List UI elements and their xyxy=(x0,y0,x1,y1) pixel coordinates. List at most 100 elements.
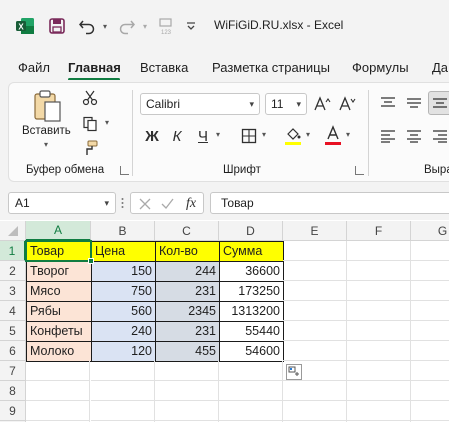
column-header-f[interactable]: F xyxy=(347,221,411,241)
empty-cell[interactable] xyxy=(411,241,449,261)
cell-d2[interactable]: 36600 xyxy=(219,261,284,282)
empty-cell[interactable] xyxy=(411,281,449,301)
clipboard-launcher-icon[interactable] xyxy=(120,166,129,175)
cell-c6[interactable]: 455 xyxy=(155,341,220,362)
cell-d5[interactable]: 55440 xyxy=(219,321,284,342)
empty-cell[interactable] xyxy=(91,361,155,381)
undo-icon[interactable] xyxy=(76,14,98,38)
save-icon[interactable] xyxy=(44,14,70,38)
empty-cell[interactable] xyxy=(283,281,347,301)
confirm-icon[interactable] xyxy=(158,195,176,212)
empty-cell[interactable] xyxy=(283,321,347,341)
empty-cell[interactable] xyxy=(411,301,449,321)
empty-cell[interactable] xyxy=(91,401,155,421)
tab-formulas[interactable]: Формулы xyxy=(352,60,409,75)
increase-font-icon[interactable] xyxy=(312,93,332,115)
underline-button[interactable]: Ч xyxy=(193,125,213,147)
cell-c3[interactable]: 231 xyxy=(155,281,220,302)
cell-b2[interactable]: 150 xyxy=(91,261,156,282)
tab-data[interactable]: Да xyxy=(432,60,448,75)
empty-cell[interactable] xyxy=(411,261,449,281)
empty-cell[interactable] xyxy=(347,341,411,361)
row-header-5[interactable]: 5 xyxy=(0,321,26,341)
cell-c5[interactable]: 231 xyxy=(155,321,220,342)
column-header-c[interactable]: C xyxy=(155,221,219,241)
empty-cell[interactable] xyxy=(155,361,219,381)
redo-icon[interactable] xyxy=(116,14,138,38)
cell-a4[interactable]: Рябы xyxy=(26,301,92,322)
align-bottom-icon[interactable] xyxy=(428,91,449,115)
cell-a1[interactable]: Товар xyxy=(26,241,92,262)
empty-cell[interactable] xyxy=(283,261,347,281)
empty-cell[interactable] xyxy=(219,381,283,401)
tab-page-layout[interactable]: Разметка страницы xyxy=(212,60,330,75)
font-color-icon[interactable] xyxy=(322,123,344,149)
empty-cell[interactable] xyxy=(411,401,449,421)
empty-cell[interactable] xyxy=(411,361,449,381)
row-header-1[interactable]: 1 xyxy=(0,241,26,261)
paste-dropdown-icon[interactable]: ▾ xyxy=(44,140,48,149)
cell-b4[interactable]: 560 xyxy=(91,301,156,322)
borders-icon[interactable] xyxy=(238,125,260,147)
empty-cell[interactable] xyxy=(347,321,411,341)
align-center-icon[interactable] xyxy=(404,125,424,147)
cell-a6[interactable]: Молоко xyxy=(26,341,92,362)
row-header-4[interactable]: 4 xyxy=(0,301,26,321)
cell-a5[interactable]: Конфеты xyxy=(26,321,92,342)
empty-cell[interactable] xyxy=(283,241,347,261)
cell-b6[interactable]: 120 xyxy=(91,341,156,362)
redo-dropdown-icon[interactable]: ▾ xyxy=(139,14,151,38)
bold-button[interactable]: Ж xyxy=(142,125,162,147)
paste-icon[interactable] xyxy=(30,88,64,124)
empty-cell[interactable] xyxy=(26,361,90,381)
cell-c1[interactable]: Кол-во xyxy=(155,241,220,262)
empty-cell[interactable] xyxy=(219,361,283,381)
copy-icon[interactable] xyxy=(80,114,100,134)
fill-handle[interactable] xyxy=(88,258,94,264)
row-header-7[interactable]: 7 xyxy=(0,361,26,381)
drag-handle-icon[interactable] xyxy=(121,195,124,211)
font-size-select[interactable]: 11 ▾ xyxy=(265,93,307,115)
quick-analysis-icon[interactable] xyxy=(286,364,302,380)
decrease-font-icon[interactable] xyxy=(337,93,357,115)
cell-b3[interactable]: 750 xyxy=(91,281,156,302)
align-left-icon[interactable] xyxy=(378,125,398,147)
cell-d6[interactable]: 54600 xyxy=(219,341,284,362)
cell-c4[interactable]: 2345 xyxy=(155,301,220,322)
cancel-icon[interactable] xyxy=(136,195,154,212)
align-middle-icon[interactable] xyxy=(404,93,424,113)
empty-cell[interactable] xyxy=(347,381,411,401)
font-launcher-icon[interactable] xyxy=(355,166,364,175)
cell-d1[interactable]: Сумма xyxy=(219,241,284,262)
column-header-d[interactable]: D xyxy=(219,221,283,241)
column-header-e[interactable]: E xyxy=(283,221,347,241)
empty-cell[interactable] xyxy=(347,261,411,281)
customize-toolbar-icon[interactable] xyxy=(183,14,199,38)
align-top-icon[interactable] xyxy=(378,93,398,113)
fill-color-dropdown-icon[interactable]: ▾ xyxy=(306,130,310,139)
empty-cell[interactable] xyxy=(347,361,411,381)
empty-cell[interactable] xyxy=(347,281,411,301)
tab-home[interactable]: Главная xyxy=(68,60,121,75)
empty-cell[interactable] xyxy=(347,241,411,261)
empty-cell[interactable] xyxy=(283,301,347,321)
empty-cell[interactable] xyxy=(411,321,449,341)
formula-input[interactable]: Товар xyxy=(210,192,449,214)
touch-mode-icon[interactable]: 123 xyxy=(154,14,178,38)
empty-cell[interactable] xyxy=(347,301,411,321)
underline-dropdown-icon[interactable]: ▾ xyxy=(216,130,220,139)
row-header-3[interactable]: 3 xyxy=(0,281,26,301)
paste-button-label[interactable]: Вставить xyxy=(22,125,71,137)
undo-dropdown-icon[interactable]: ▾ xyxy=(99,14,111,38)
borders-dropdown-icon[interactable]: ▾ xyxy=(262,130,266,139)
empty-cell[interactable] xyxy=(411,381,449,401)
empty-cell[interactable] xyxy=(26,401,90,421)
select-all-corner[interactable] xyxy=(0,221,26,241)
empty-cell[interactable] xyxy=(283,381,347,401)
cell-d4[interactable]: 1313200 xyxy=(219,301,284,322)
row-header-9[interactable]: 9 xyxy=(0,401,26,421)
cell-c2[interactable]: 244 xyxy=(155,261,220,282)
insert-function-button[interactable]: fx xyxy=(180,194,202,213)
empty-cell[interactable] xyxy=(155,401,219,421)
empty-cell[interactable] xyxy=(155,381,219,401)
